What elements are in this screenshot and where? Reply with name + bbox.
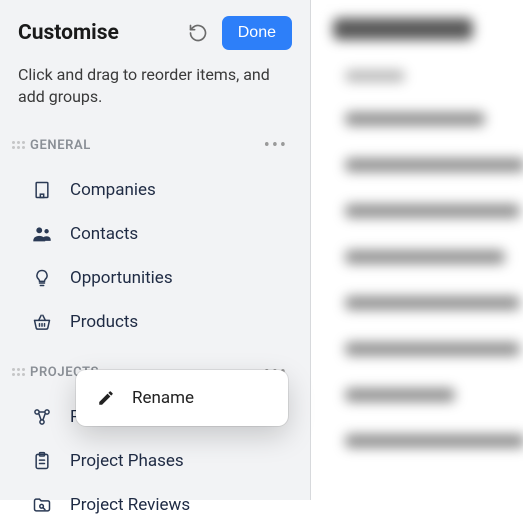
folder-search-icon	[30, 493, 54, 517]
section-header-general: GENERAL •••	[12, 133, 292, 158]
sidebar-item-companies[interactable]: Companies	[18, 168, 292, 212]
section-label-general: GENERAL	[30, 138, 260, 153]
item-label: Contacts	[70, 224, 138, 244]
clipboard-icon	[30, 449, 54, 473]
undo-icon	[188, 23, 208, 43]
network-icon	[30, 405, 54, 429]
sidebar-item-project-reviews[interactable]: Project Reviews	[18, 483, 292, 527]
panel-title: Customise	[18, 21, 182, 45]
building-icon	[30, 178, 54, 202]
section-more-button[interactable]: •••	[260, 133, 292, 158]
sidebar-item-contacts[interactable]: Contacts	[18, 212, 292, 256]
item-label: Project Phases	[70, 451, 184, 471]
people-icon	[30, 222, 54, 246]
context-menu: Rename	[76, 370, 288, 426]
customise-panel: Customise Done Click and drag to reorder…	[0, 0, 311, 500]
pencil-icon	[96, 388, 116, 408]
sidebar-item-products[interactable]: Products	[18, 300, 292, 344]
item-label: Products	[70, 312, 138, 332]
drag-handle-icon[interactable]	[12, 368, 26, 376]
sidebar-item-project-phases[interactable]: Project Phases	[18, 439, 292, 483]
panel-subtitle: Click and drag to reorder items, and add…	[18, 64, 292, 109]
item-label: Companies	[70, 180, 156, 200]
lightbulb-icon	[30, 266, 54, 290]
sidebar-item-opportunities[interactable]: Opportunities	[18, 256, 292, 300]
done-button[interactable]: Done	[222, 16, 292, 50]
section-general: GENERAL ••• Companies	[18, 133, 292, 344]
item-label: Project Reviews	[70, 495, 190, 515]
panel-header: Customise Done	[18, 16, 292, 50]
drag-handle-icon[interactable]	[12, 141, 26, 149]
menu-item-label: Rename	[132, 388, 194, 408]
item-label: Opportunities	[70, 268, 173, 288]
undo-button[interactable]	[182, 17, 214, 49]
menu-item-rename[interactable]: Rename	[76, 378, 288, 418]
main-content-blurred	[311, 0, 523, 500]
basket-icon	[30, 310, 54, 334]
